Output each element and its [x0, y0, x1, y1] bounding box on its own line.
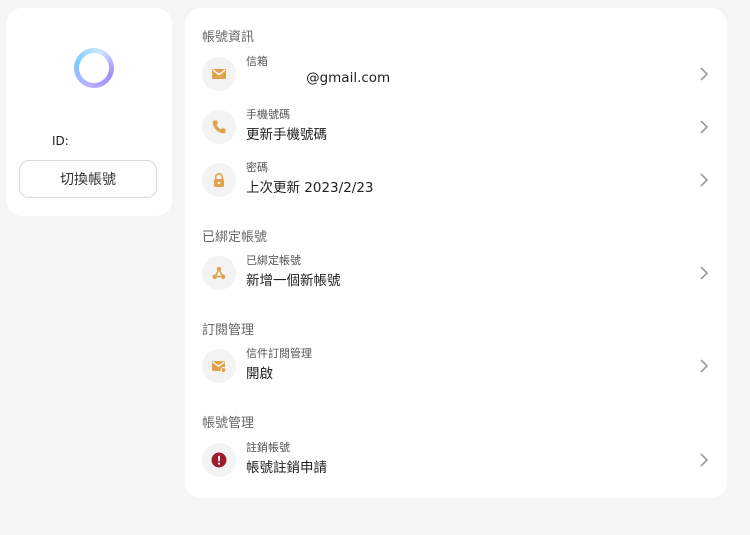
chevron-right-icon [700, 266, 709, 280]
alert-icon [202, 443, 236, 477]
email-label: 信箱 [246, 55, 268, 68]
bound-account-label: 已綁定帳號 [246, 254, 301, 267]
mail-subscription-value: 開啟 [246, 366, 273, 382]
chevron-right-icon [700, 120, 709, 134]
mail-icon [202, 57, 236, 91]
delete-account-row[interactable]: 註銷帳號 帳號註銷申請 [185, 436, 727, 484]
phone-label: 手機號碼 [246, 108, 290, 121]
chevron-right-icon [700, 67, 709, 81]
chevron-right-icon [700, 359, 709, 373]
email-row[interactable]: 信箱 @gmail.com [185, 50, 727, 98]
phone-row[interactable]: 手機號碼 更新手機號碼 [185, 103, 727, 151]
section-title-account-management: 帳號管理 [202, 416, 255, 431]
mail-settings-icon [202, 349, 236, 383]
avatar [74, 48, 114, 88]
chevron-right-icon [700, 453, 709, 467]
account-settings-panel: 帳號資訊 信箱 @gmail.com 手機號碼 更新手機號碼 密碼 上次更新 2… [185, 8, 727, 498]
switch-account-button[interactable]: 切換帳號 [19, 160, 157, 198]
password-row[interactable]: 密碼 上次更新 2023/2/23 [185, 156, 727, 204]
delete-account-value: 帳號註銷申請 [246, 460, 327, 476]
bound-account-row[interactable]: 已綁定帳號 新增一個新帳號 [185, 249, 727, 297]
section-title-account-info: 帳號資訊 [202, 30, 255, 45]
profile-card: ID: 切換帳號 [6, 8, 172, 216]
lock-icon [202, 163, 236, 197]
section-title-subscription: 訂閱管理 [202, 323, 255, 338]
phone-icon [202, 110, 236, 144]
password-value: 上次更新 2023/2/23 [246, 180, 374, 196]
chevron-right-icon [700, 173, 709, 187]
mail-subscription-row[interactable]: 信件訂閱管理 開啟 [185, 342, 727, 390]
phone-value: 更新手機號碼 [246, 127, 327, 143]
email-value: @gmail.com [246, 70, 391, 86]
link-nodes-icon [202, 256, 236, 290]
bound-account-value: 新增一個新帳號 [246, 273, 341, 289]
user-id-label: ID: [52, 134, 69, 148]
section-title-bound-accounts: 已綁定帳號 [202, 230, 268, 245]
password-label: 密碼 [246, 161, 268, 174]
mail-subscription-label: 信件訂閱管理 [246, 347, 312, 360]
delete-account-label: 註銷帳號 [246, 441, 290, 454]
